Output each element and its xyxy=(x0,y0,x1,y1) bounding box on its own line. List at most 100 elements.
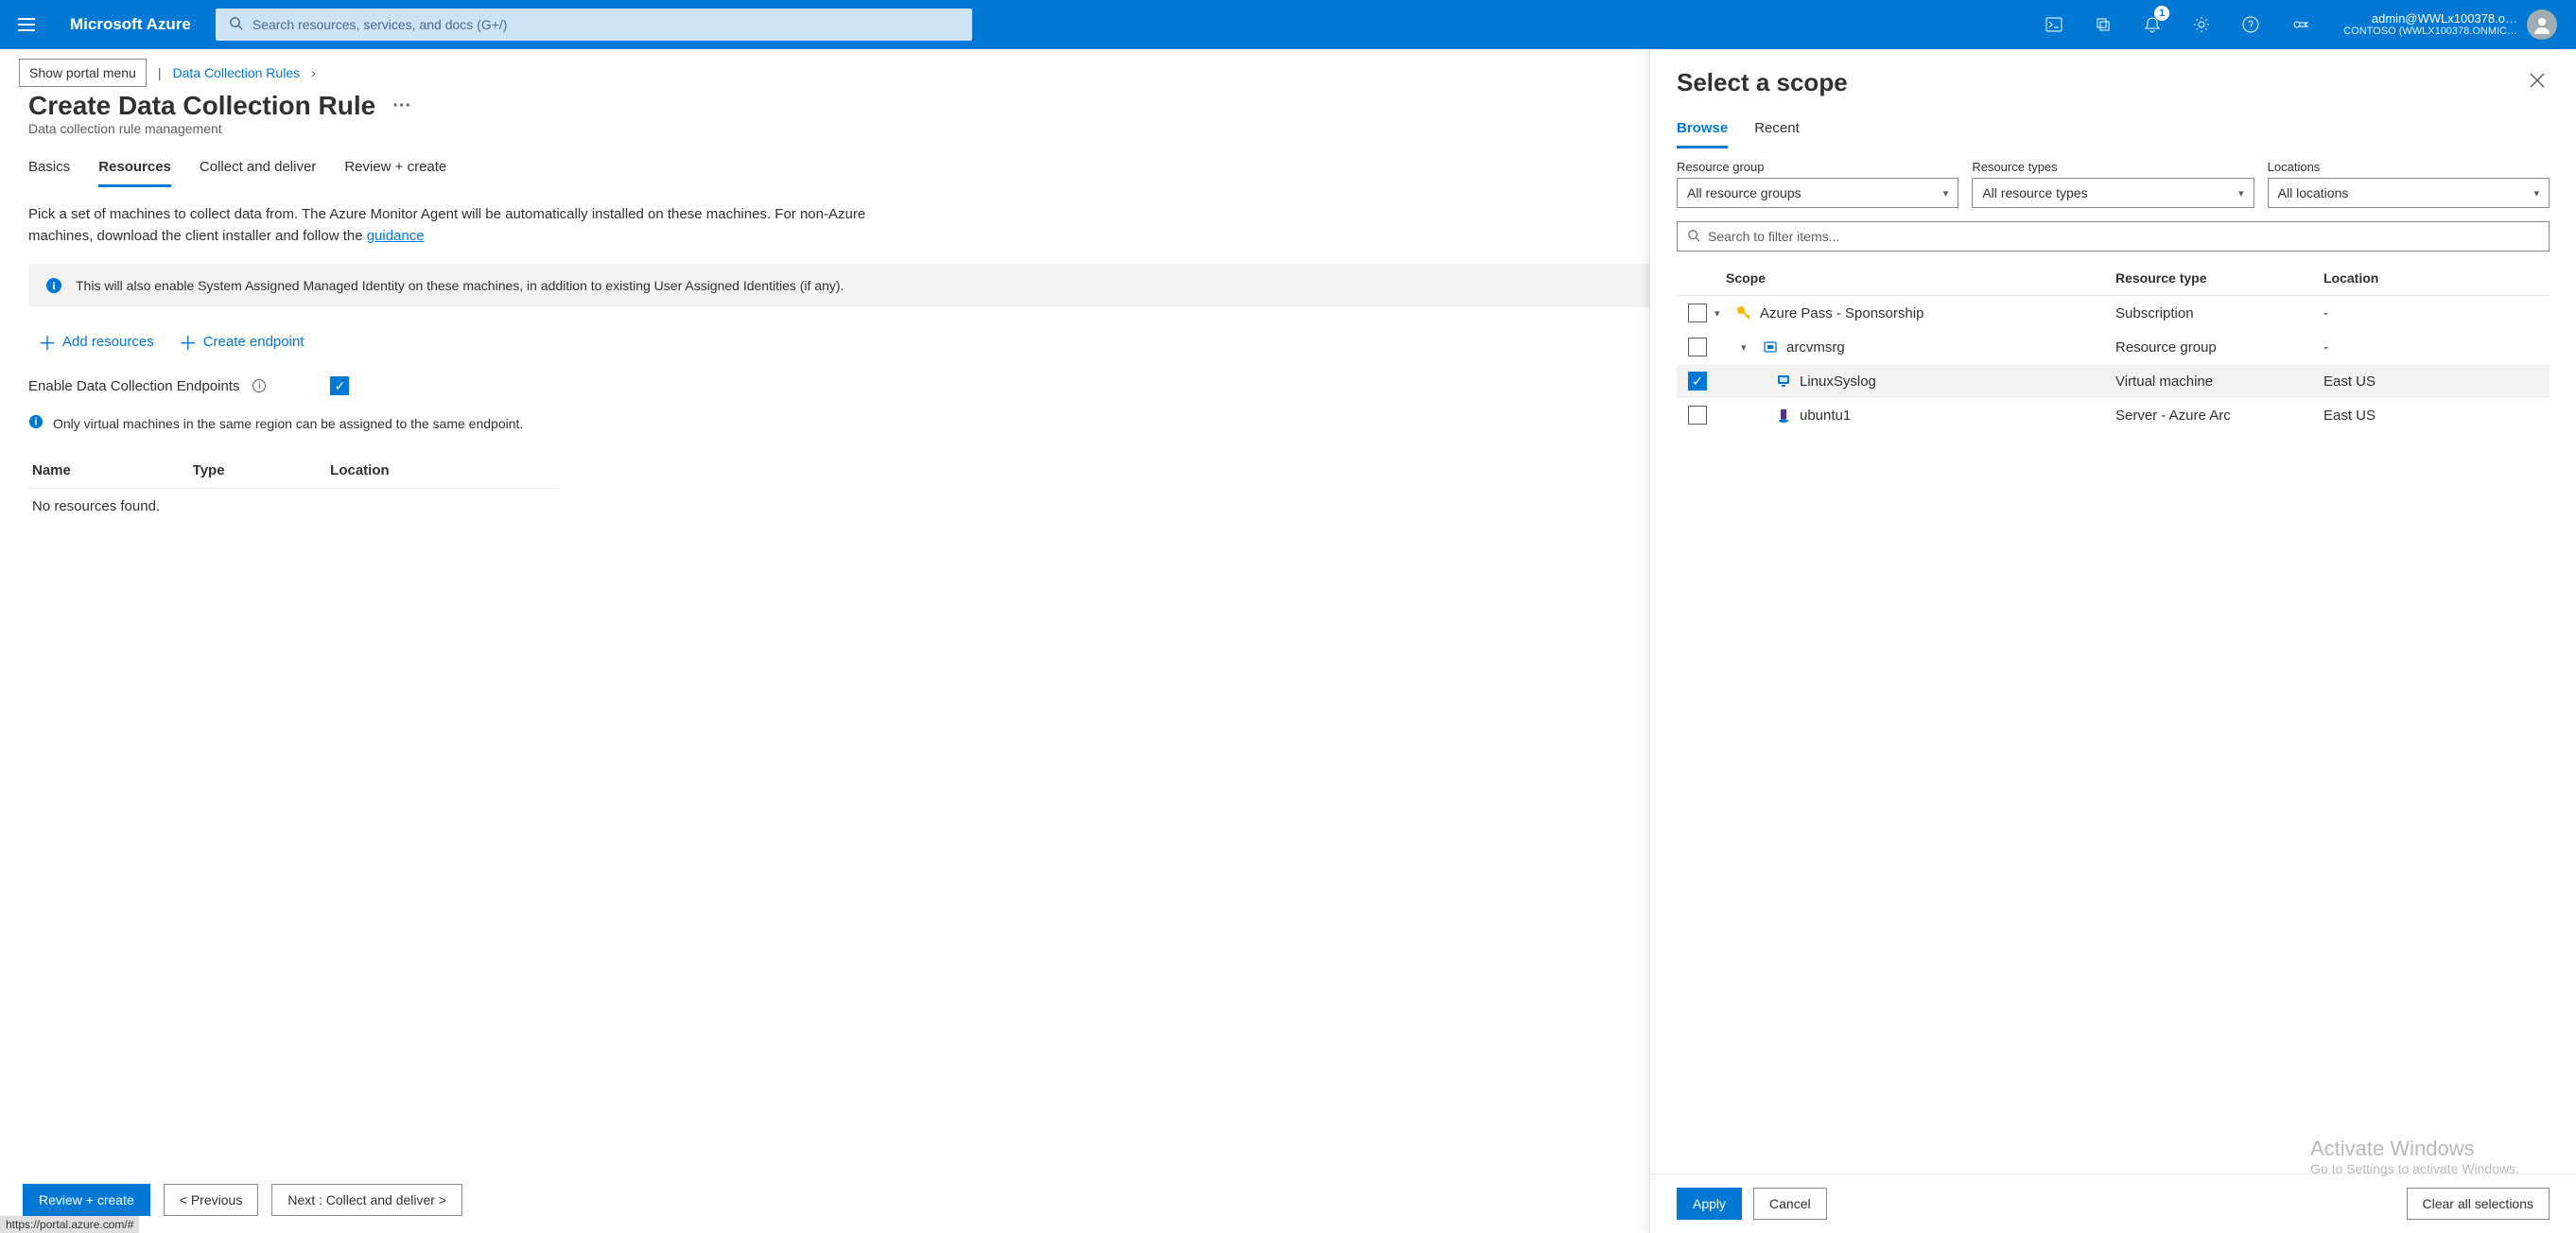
portal-menu-tooltip: Show portal menu xyxy=(19,59,147,87)
search-placeholder: Search resources, services, and docs (G+… xyxy=(252,17,508,32)
add-resources-button[interactable]: ＋ Add resources xyxy=(38,328,154,356)
scope-location: - xyxy=(2324,305,2546,321)
scope-checkbox[interactable] xyxy=(1688,406,1707,425)
filter-rt-select[interactable]: All resource types ▾ xyxy=(1972,178,2254,208)
avatar-icon xyxy=(2527,9,2557,40)
resource-group-icon xyxy=(1762,339,1779,356)
caret-icon[interactable]: ▾ xyxy=(1714,307,1728,320)
scope-row-vm[interactable]: LinuxSyslog Virtual machine East US xyxy=(1677,364,2550,398)
svg-text:i: i xyxy=(35,417,38,428)
scope-checkbox[interactable] xyxy=(1688,372,1707,391)
th-type[interactable]: Type xyxy=(189,453,327,489)
wizard-body-text: Pick a set of machines to collect data f… xyxy=(28,204,879,247)
filter-loc-select[interactable]: All locations ▾ xyxy=(2268,178,2550,208)
status-bar: https://portal.azure.com/# xyxy=(0,1216,139,1233)
scope-row-subscription[interactable]: ▾ Azure Pass - Sponsorship Subscription … xyxy=(1677,296,2550,330)
filter-rt-label: Resource types xyxy=(1972,160,2254,174)
info-icon: i xyxy=(45,277,62,294)
global-search-input[interactable]: Search resources, services, and docs (G+… xyxy=(216,9,972,41)
clear-selections-button[interactable]: Clear all selections xyxy=(2407,1188,2550,1220)
tab-basics[interactable]: Basics xyxy=(28,151,70,187)
tab-collect-and-deliver[interactable]: Collect and deliver xyxy=(200,151,316,187)
key-icon xyxy=(1735,304,1752,321)
chevron-down-icon: ▾ xyxy=(2238,187,2244,200)
th-scope: Scope xyxy=(1680,270,2115,286)
account-email: admin@WWLx100378.o… xyxy=(2343,11,2517,26)
table-empty-text: No resources found. xyxy=(28,489,558,525)
help-icon[interactable]: i xyxy=(252,379,266,392)
info-text: This will also enable System Assigned Ma… xyxy=(76,278,844,293)
enable-endpoints-checkbox[interactable] xyxy=(330,376,349,395)
scope-type: Server - Azure Arc xyxy=(2115,408,2324,424)
hamburger-button[interactable] xyxy=(8,6,45,43)
notification-badge: 1 xyxy=(2154,6,2169,21)
settings-button[interactable] xyxy=(2181,0,2222,49)
scope-row-resourcegroup[interactable]: ▾ arcvmsrg Resource group - xyxy=(1677,330,2550,364)
cloud-shell-button[interactable] xyxy=(2033,0,2075,49)
th-resource-type: Resource type xyxy=(2115,270,2324,286)
guidance-link[interactable]: guidance xyxy=(367,228,425,244)
filter-rg-value: All resource groups xyxy=(1687,185,1801,200)
region-warning-text: Only virtual machines in the same region… xyxy=(53,416,523,431)
scope-name: ubuntu1 xyxy=(1800,408,1851,424)
feedback-button[interactable] xyxy=(2279,0,2321,49)
body-text-prefix: Pick a set of machines to collect data f… xyxy=(28,206,865,244)
filter-rt-value: All resource types xyxy=(1982,185,2087,200)
vm-icon xyxy=(1775,373,1792,390)
notifications-button[interactable]: 1 xyxy=(2132,0,2173,49)
review-create-button[interactable]: Review + create xyxy=(23,1184,150,1216)
brand-link[interactable]: Microsoft Azure xyxy=(53,15,208,34)
topbar: Microsoft Azure Search resources, servic… xyxy=(0,0,2576,49)
page-title: Create Data Collection Rule xyxy=(28,91,375,121)
select-scope-panel: Select a scope Browse Recent Resource gr… xyxy=(1649,49,2576,1233)
scope-name: Azure Pass - Sponsorship xyxy=(1760,305,1923,321)
scope-name: LinuxSyslog xyxy=(1800,373,1876,390)
add-resources-label: Add resources xyxy=(62,334,154,350)
th-location: Location xyxy=(2324,270,2546,286)
apply-button[interactable]: Apply xyxy=(1677,1188,1742,1220)
chevron-down-icon: ▾ xyxy=(2533,187,2539,200)
next-button[interactable]: Next : Collect and deliver > xyxy=(271,1184,462,1216)
scope-checkbox[interactable] xyxy=(1688,338,1707,356)
scope-type: Resource group xyxy=(2115,339,2324,356)
filter-loc-value: All locations xyxy=(2278,185,2349,200)
previous-button[interactable]: < Previous xyxy=(164,1184,259,1216)
scope-row-arc[interactable]: ubuntu1 Server - Azure Arc East US xyxy=(1677,398,2550,432)
create-endpoint-label: Create endpoint xyxy=(203,334,305,350)
panel-tab-browse[interactable]: Browse xyxy=(1677,113,1728,148)
create-endpoint-button[interactable]: ＋ Create endpoint xyxy=(179,328,305,356)
panel-title: Select a scope xyxy=(1677,68,1848,97)
scope-name: arcvmsrg xyxy=(1786,339,1845,356)
filter-loc-label: Locations xyxy=(2268,160,2550,174)
close-button[interactable] xyxy=(2525,68,2550,96)
panel-tab-recent[interactable]: Recent xyxy=(1754,113,1800,148)
breadcrumb-link-data-collection-rules[interactable]: Data Collection Rules xyxy=(172,65,300,80)
scope-search-placeholder: Search to filter items... xyxy=(1708,229,1839,244)
more-actions-button[interactable]: ··· xyxy=(392,96,411,117)
tab-review-create[interactable]: Review + create xyxy=(344,151,446,187)
cancel-button[interactable]: Cancel xyxy=(1753,1188,1827,1220)
enable-endpoints-label: Enable Data Collection Endpoints xyxy=(28,378,239,394)
filter-rg-label: Resource group xyxy=(1677,160,1958,174)
scope-type: Subscription xyxy=(2115,305,2324,321)
search-icon xyxy=(229,16,243,33)
caret-icon[interactable]: ▾ xyxy=(1741,341,1754,354)
breadcrumb-separator: | xyxy=(158,65,162,80)
scope-type: Virtual machine xyxy=(2115,373,2324,390)
scope-location: - xyxy=(2324,339,2546,356)
chevron-right-icon: › xyxy=(311,65,316,80)
scope-checkbox[interactable] xyxy=(1688,304,1707,322)
info-icon: i xyxy=(28,414,44,432)
th-name[interactable]: Name xyxy=(28,453,189,489)
plus-icon: ＋ xyxy=(38,328,57,356)
search-icon xyxy=(1687,229,1700,245)
th-location[interactable]: Location xyxy=(326,453,558,489)
plus-icon: ＋ xyxy=(179,328,198,356)
scope-search-input[interactable]: Search to filter items... xyxy=(1677,221,2550,252)
help-button[interactable] xyxy=(2230,0,2271,49)
directories-button[interactable] xyxy=(2082,0,2124,49)
tab-resources[interactable]: Resources xyxy=(98,151,171,187)
account-button[interactable]: admin@WWLx100378.o… CONTOSO (WWLX100378.… xyxy=(2328,9,2568,40)
filter-rg-select[interactable]: All resource groups▾ xyxy=(1677,178,1958,208)
scope-location: East US xyxy=(2324,408,2546,424)
